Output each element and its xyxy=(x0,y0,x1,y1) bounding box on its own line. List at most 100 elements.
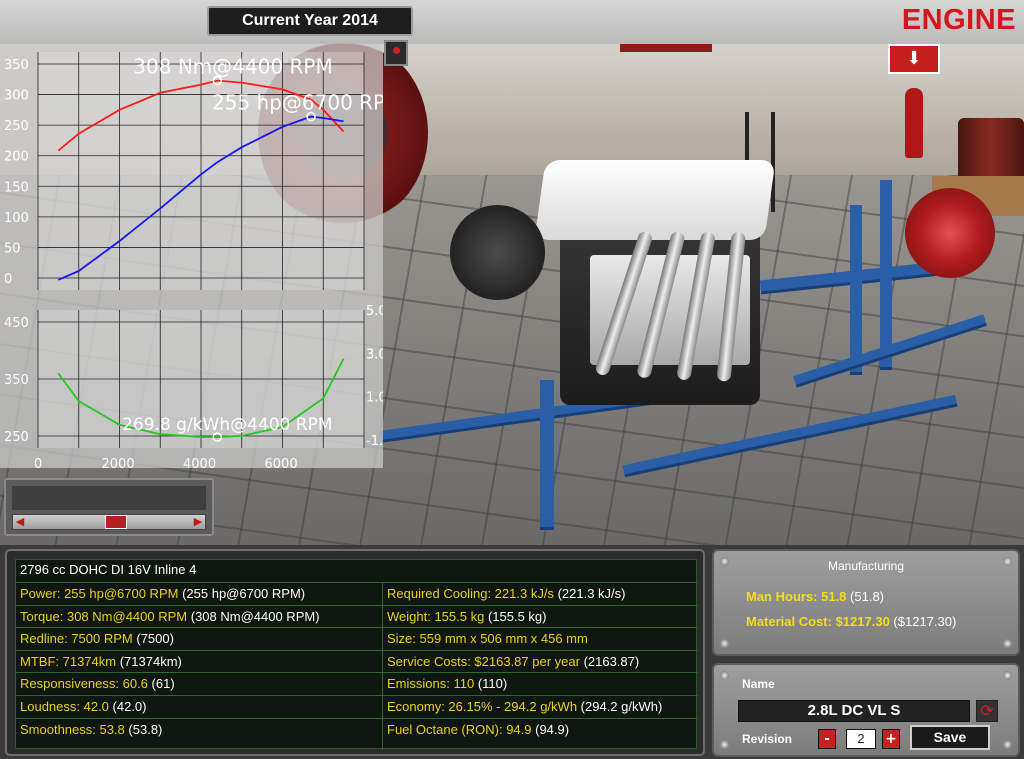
save-button[interactable]: Save xyxy=(910,725,990,750)
stat-row: Loudness: 42.0 (42.0) xyxy=(16,695,382,717)
stat-row: Smoothness: 53.8 (53.8) xyxy=(16,717,382,740)
stat-row: Responsiveness: 60.6 (61) xyxy=(16,672,382,694)
scroll-right-icon[interactable]: ▶ xyxy=(192,516,204,528)
title-bar xyxy=(0,0,1024,44)
stat-value: Fuel Octane (RON): 94.9 xyxy=(387,721,532,737)
scroll-thumb[interactable] xyxy=(105,515,127,529)
stat-base-value: (255 hp@6700 RPM) xyxy=(182,586,306,601)
x-tick-label: 6000 xyxy=(265,457,298,468)
stat-base-value: (155.5 kg) xyxy=(487,608,547,624)
scroller-display xyxy=(12,486,206,510)
stat-base-value: (42.0) xyxy=(112,699,147,714)
material-cost-base: ($1217.30) xyxy=(893,614,957,629)
air-intake xyxy=(450,205,545,300)
stat-base-value: (61) xyxy=(151,676,175,692)
stat-base-value: (71374km) xyxy=(119,653,182,669)
stat-base-value: (110) xyxy=(477,676,508,692)
y2-tick-label: -1.0 xyxy=(366,434,383,449)
revision-value: 2 xyxy=(846,729,876,749)
performance-chart-panel: 350 300 250 200 150 100 50 0 308 Nm@4400 RPM 255 … xyxy=(0,44,383,468)
y-tick-label: 200 xyxy=(4,150,29,165)
stat-base-value: (308 Nm@4400 RPM) xyxy=(190,608,320,624)
stat-row: MTBF: 71374km (71374km) xyxy=(16,649,382,672)
y2-tick-label: 3.0 xyxy=(366,347,383,362)
y-tick-label: 350 xyxy=(4,58,29,73)
test-frame-rail xyxy=(850,205,862,375)
stat-base-value: (2163.87) xyxy=(583,653,640,669)
y-tick-label: 300 xyxy=(4,89,29,104)
peak-label: 255 hp@6700 RPM xyxy=(212,91,383,115)
bottom-panel: 2796 cc DOHC DI 16V Inline 4 Power: 255 … xyxy=(0,545,1024,759)
stat-value: Required Cooling: 221.3 kJ/s xyxy=(387,586,554,601)
stat-row: Emissions: 110 (110) xyxy=(383,672,698,694)
man-hours-value: Man Hours: 51.8 xyxy=(746,589,847,604)
manufacturing-title: Manufacturing xyxy=(827,559,905,573)
stat-value: Service Costs: $2163.87 per year xyxy=(387,653,580,669)
bolt-icon xyxy=(720,740,729,749)
reset-name-icon[interactable]: ⟳ xyxy=(976,700,998,722)
y2-tick-label: 1.0 xyxy=(366,391,383,406)
man-hours: Man Hours: 51.8 (51.8) xyxy=(746,589,884,604)
stat-value: Torque: 308 Nm@4400 RPM xyxy=(20,608,188,624)
bolt-icon xyxy=(1003,671,1012,680)
y-tick-label: 150 xyxy=(4,180,29,195)
y-tick-label: 350 xyxy=(4,373,29,388)
stats-table: 2796 cc DOHC DI 16V Inline 4 Power: 255 … xyxy=(15,559,698,750)
stat-row: Weight: 155.5 kg (155.5 kg) xyxy=(383,604,698,627)
name-panel: Name 2.8L DC VL S ⟳ Revision - 2 + Save xyxy=(712,663,1020,757)
stat-value: Power: 255 hp@6700 RPM xyxy=(20,586,179,601)
stat-base-value: (294.2 g/kWh) xyxy=(580,699,663,714)
revision-increment-button[interactable]: + xyxy=(882,729,900,749)
name-label: Name xyxy=(742,677,775,691)
alarm-light-icon xyxy=(384,40,408,66)
current-year-label: Current Year 2014 xyxy=(207,6,413,36)
stat-value: Smoothness: 53.8 xyxy=(20,721,125,737)
stat-row: Redline: 7500 RPM (7500) xyxy=(16,627,382,649)
test-frame-rail xyxy=(540,380,554,530)
stat-base-value: (221.3 kJ/s) xyxy=(557,586,626,601)
stat-row: Power: 255 hp@6700 RPM (255 hp@6700 RPM) xyxy=(16,582,382,604)
y2-tick-label: 5.0 xyxy=(366,304,383,319)
stat-value: Emissions: 110 xyxy=(387,676,475,692)
stat-row: Fuel Octane (RON): 94.9 (94.9) xyxy=(383,717,698,740)
engine-valve-cover xyxy=(534,160,776,240)
bolt-icon xyxy=(1003,740,1012,749)
material-cost-value: Material Cost: $1217.30 xyxy=(746,614,890,629)
stat-value: Loudness: 42.0 xyxy=(20,699,109,714)
stat-base-value: (53.8) xyxy=(128,721,163,737)
bolt-icon xyxy=(1003,639,1012,648)
manufacturing-panel: Manufacturing Man Hours: 51.8 (51.8) Mat… xyxy=(712,549,1020,656)
dyno-flywheel xyxy=(905,188,995,278)
stat-row: Size: 559 mm x 506 mm x 456 mm xyxy=(383,627,698,649)
y-tick-label: 100 xyxy=(4,211,29,226)
y-tick-label: 250 xyxy=(4,430,29,445)
scroll-left-icon[interactable]: ◀ xyxy=(14,516,26,528)
engine-description: 2796 cc DOHC DI 16V Inline 4 xyxy=(20,562,197,577)
bolt-icon xyxy=(720,671,729,680)
stat-base-value: (94.9) xyxy=(535,721,570,737)
stat-row: Torque: 308 Nm@4400 RPM (308 Nm@4400 RPM… xyxy=(16,604,382,627)
stat-value: Redline: 7500 RPM xyxy=(20,631,133,647)
wall-red-bar xyxy=(620,44,712,52)
bolt-icon xyxy=(720,639,729,648)
revision-label: Revision xyxy=(742,732,793,746)
test-frame-rail xyxy=(880,180,892,370)
section-title: ENGINE xyxy=(901,4,1016,36)
engine-name-field[interactable]: 2.8L DC VL S xyxy=(738,700,970,722)
revision-decrement-button[interactable]: - xyxy=(818,729,836,749)
y-tick-label: 250 xyxy=(4,119,29,134)
stat-value: Economy: 26.15% - 294.2 g/kWh xyxy=(387,699,578,714)
scroll-track[interactable]: ◀ ▶ xyxy=(12,514,206,530)
design-scroller[interactable]: ◀ ▶ xyxy=(4,478,214,536)
y-tick-label: 450 xyxy=(4,316,29,331)
peak-label: 269.8 g/kWh@4400 RPM xyxy=(122,415,332,435)
man-hours-base: (51.8) xyxy=(850,589,885,604)
fire-exit-sign-icon: ⬇ xyxy=(888,44,940,74)
x-tick-label: 4000 xyxy=(183,457,216,468)
engine-stats-panel: 2796 cc DOHC DI 16V Inline 4 Power: 255 … xyxy=(5,549,705,756)
stat-value: Weight: 155.5 kg xyxy=(387,608,485,624)
stat-value: Responsiveness: 60.6 xyxy=(20,676,148,692)
material-cost: Material Cost: $1217.30 ($1217.30) xyxy=(746,614,956,629)
stat-row: Economy: 26.15% - 294.2 g/kWh (294.2 g/k… xyxy=(383,695,698,717)
stat-value: MTBF: 71374km xyxy=(20,653,117,669)
